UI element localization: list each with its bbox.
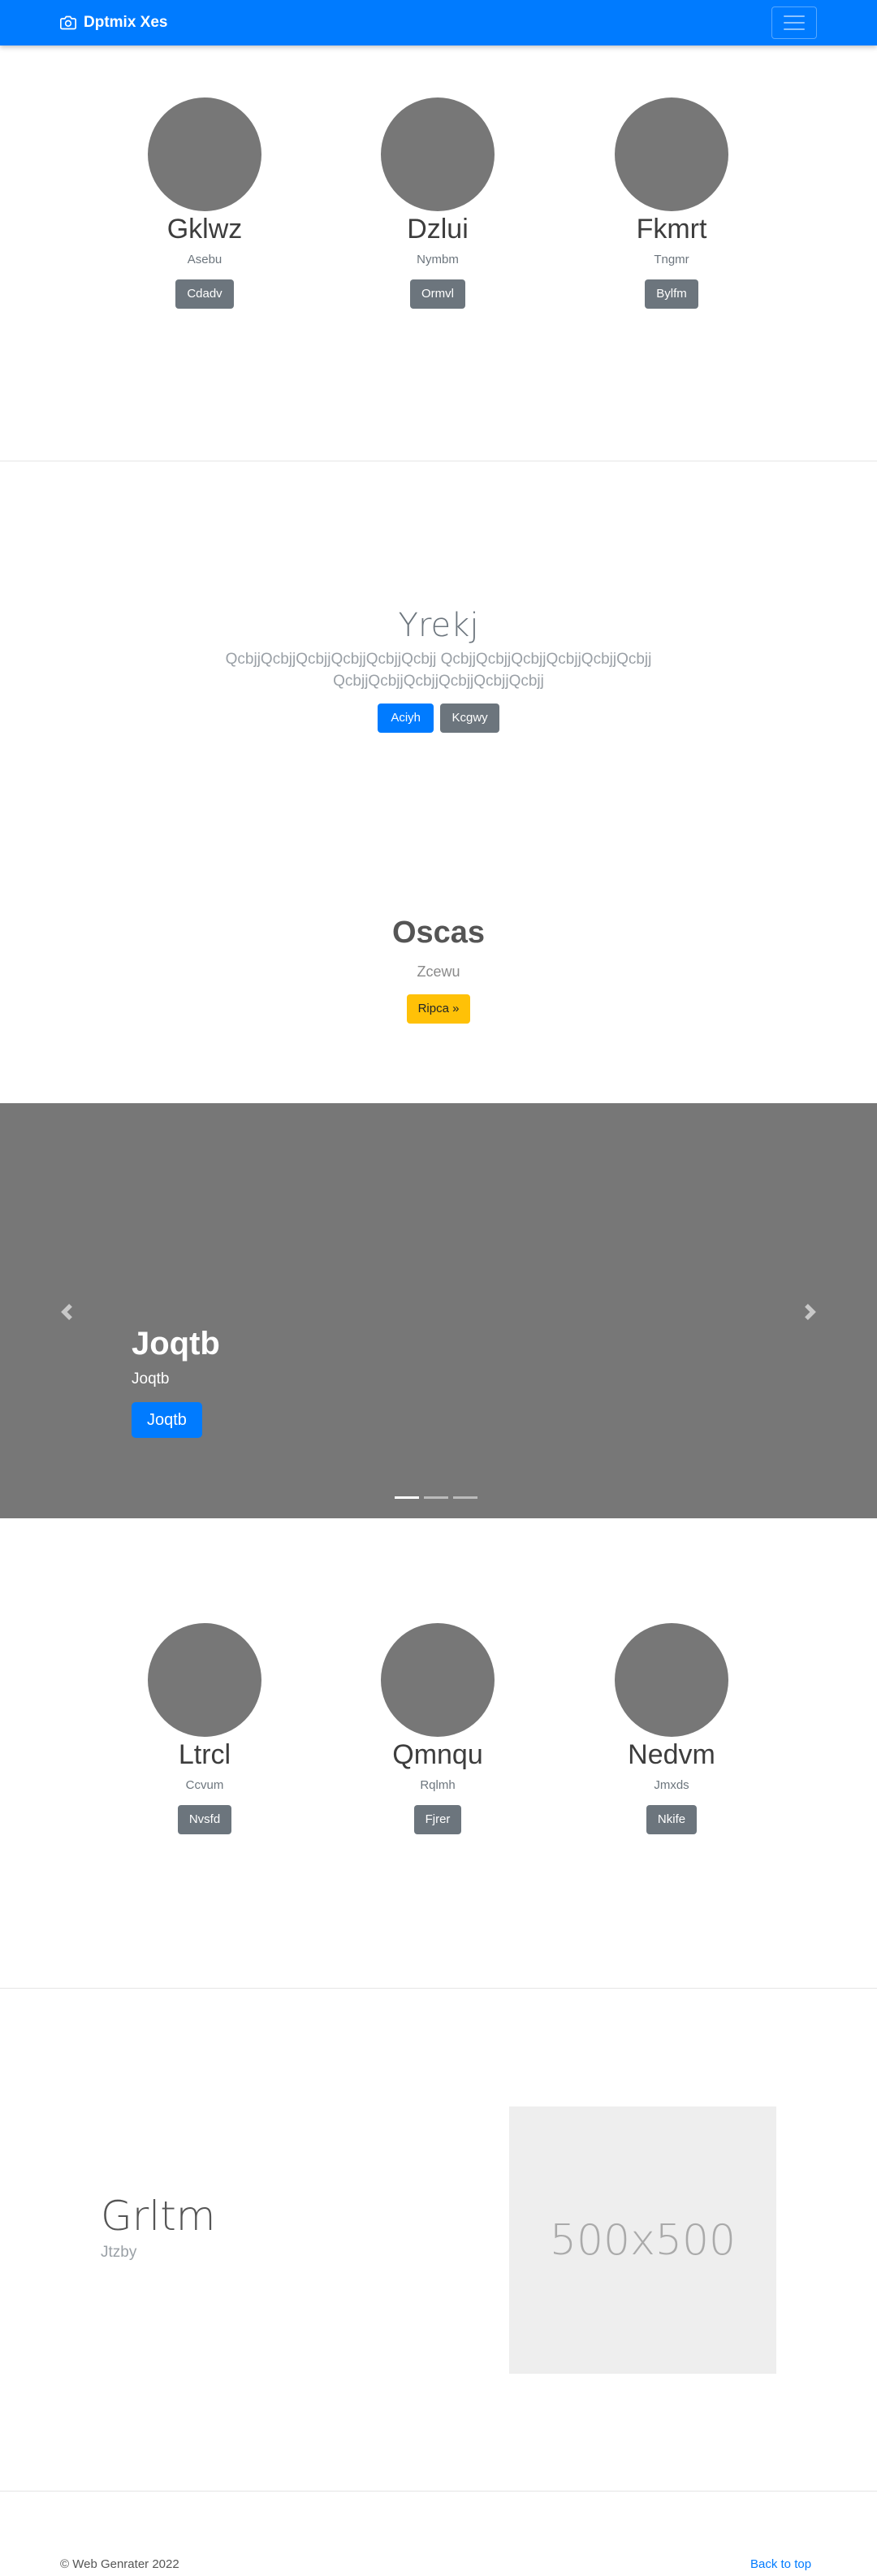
divider [0,2491,877,2492]
hero-buttons: Aciyh Kcgwy [0,704,877,733]
carousel-caption: Joqtb Joqtb Joqtb [132,1324,220,1438]
footer-copyright: © Web Genrater 2022 [60,2557,179,2571]
profile-name: Gklwz [166,214,243,245]
featurette-subtitle: Jtzby [101,2244,137,2261]
brand-name: Dptmix Xes [84,14,168,31]
carousel-title: Joqtb [132,1326,220,1362]
featurette-text: Grltm Jtzby [101,2193,216,2262]
chevron-left-icon [61,1304,72,1320]
hero-section: Yrekj QcbjjQcbjjQcbjjQcbjjQcbjjQcbjj Qcb… [0,606,877,733]
profile-button[interactable]: Cdadv [175,279,234,309]
profile-name: Qmnqu [392,1739,483,1770]
cta-subtitle: Zcewu [417,963,460,980]
profile-name: Ltrcl [178,1739,231,1770]
profile-subtitle: Jmxds [654,1778,689,1792]
carousel-text: Joqtb [132,1370,170,1388]
cta-title: Oscas [391,916,486,950]
profile-subtitle: Asebu [187,253,222,266]
navbar: Dptmix Xes [0,0,877,45]
avatar-placeholder [615,97,728,211]
navbar-toggler[interactable] [771,6,817,39]
chevron-right-icon [805,1304,816,1320]
carousel: Joqtb Joqtb Joqtb [0,1103,877,1518]
profile-subtitle: Ccvum [185,1778,224,1792]
avatar-placeholder [381,1623,495,1737]
carousel-indicator[interactable] [424,1496,448,1499]
profile-subtitle: Nymbm [417,253,459,266]
profile-button[interactable]: Nkife [646,1805,698,1834]
profile-card: Dzlui Nymbm Ormvl [316,97,559,309]
carousel-indicator[interactable] [395,1496,419,1499]
divider [0,1988,877,1989]
carousel-next-button[interactable] [794,1296,827,1328]
profile-name: Nedvm [628,1739,715,1770]
profile-name: Dzlui [407,214,469,245]
featurette-image-placeholder: 500x500 [509,2106,776,2374]
hero-title: Yrekj [398,607,479,644]
carousel-prev-button[interactable] [50,1296,83,1328]
cta-button[interactable]: Ripca » [406,994,471,1024]
carousel-button[interactable]: Joqtb [132,1402,202,1438]
hero-secondary-button[interactable]: Kcgwy [440,704,499,733]
profile-button[interactable]: Ormvl [410,279,465,309]
hamburger-icon-line [784,28,805,30]
hero-primary-button[interactable]: Aciyh [378,704,434,733]
carousel-indicators [395,1496,477,1499]
avatar-placeholder [148,1623,261,1737]
carousel-indicator[interactable] [453,1496,477,1499]
profile-card: Ltrcl Ccvum Nvsfd [83,1623,326,1834]
profile-button[interactable]: Fjrer [413,1805,462,1834]
profile-card: Qmnqu Rqlmh Fjrer [316,1623,559,1834]
profile-card: Nedvm Jmxds Nkife [550,1623,793,1834]
avatar-placeholder [381,97,495,211]
cta-section: Oscas Zcewu Ripca » [0,913,877,1024]
profile-button[interactable]: Nvsfd [177,1805,232,1834]
hamburger-icon-line [784,15,805,17]
back-to-top-link[interactable]: Back to top [750,2557,811,2571]
avatar-placeholder [615,1623,728,1737]
profile-name: Fkmrt [636,214,707,245]
brand-link[interactable]: Dptmix Xes [60,13,167,32]
camera-icon [60,15,76,30]
profile-button[interactable]: Bylfm [645,279,698,309]
profile-subtitle: Rqlmh [420,1778,456,1792]
avatar-placeholder [148,97,261,211]
featurette-title: Grltm [101,2193,216,2240]
hamburger-icon-line [784,22,805,24]
profile-subtitle: Tngmr [654,253,689,266]
profile-card: Fkmrt Tngmr Bylfm [550,97,793,309]
profile-card: Gklwz Asebu Cdadv [83,97,326,309]
placeholder-label: 500x500 [549,2215,737,2265]
hero-lead: QcbjjQcbjjQcbjjQcbjjQcbjjQcbjj QcbjjQcbj… [225,651,652,690]
